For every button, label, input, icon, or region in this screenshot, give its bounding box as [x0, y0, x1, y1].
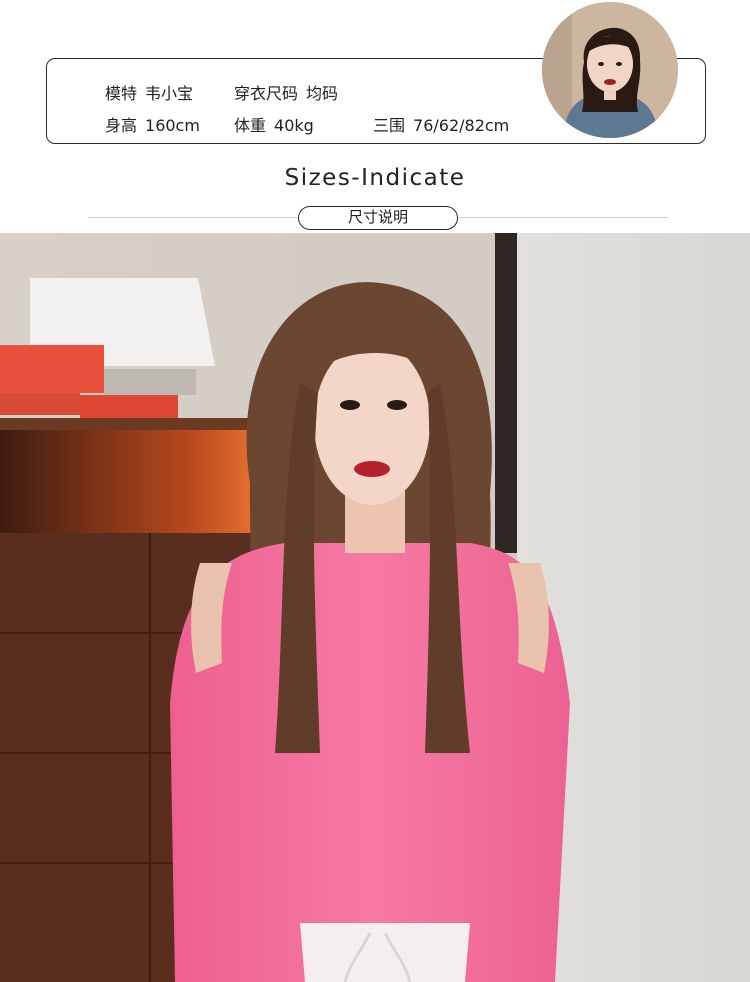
- measurements-value: 76/62/82cm: [413, 116, 510, 135]
- model-name-label: 模特: [105, 84, 138, 103]
- model-height: 身高 160cm: [105, 112, 200, 136]
- weight-value: 40kg: [274, 116, 314, 135]
- divider-left: [88, 217, 298, 218]
- height-value: 160cm: [145, 116, 200, 135]
- model-avatar: [542, 2, 678, 138]
- model-weight: 体重 40kg: [234, 112, 314, 136]
- divider-right: [458, 217, 668, 218]
- clothing-size-label: 穿衣尺码: [234, 84, 299, 103]
- model-avatar-image: [542, 2, 678, 138]
- sizes-heading: Sizes-Indicate: [284, 165, 466, 191]
- model-name-value: 韦小宝: [145, 84, 194, 103]
- size-guide-pill: 尺寸说明: [298, 206, 458, 230]
- measurements-label: 三围: [373, 116, 406, 135]
- model-measurements: 三围 76/62/82cm: [373, 112, 509, 136]
- height-label: 身高: [105, 116, 138, 135]
- model-photo-image: [0, 233, 750, 982]
- product-photo: [0, 233, 750, 982]
- model-name: 模特 韦小宝: [105, 80, 193, 104]
- weight-label: 体重: [234, 116, 267, 135]
- clothing-size: 穿衣尺码 均码: [234, 80, 338, 104]
- clothing-size-value: 均码: [306, 84, 339, 103]
